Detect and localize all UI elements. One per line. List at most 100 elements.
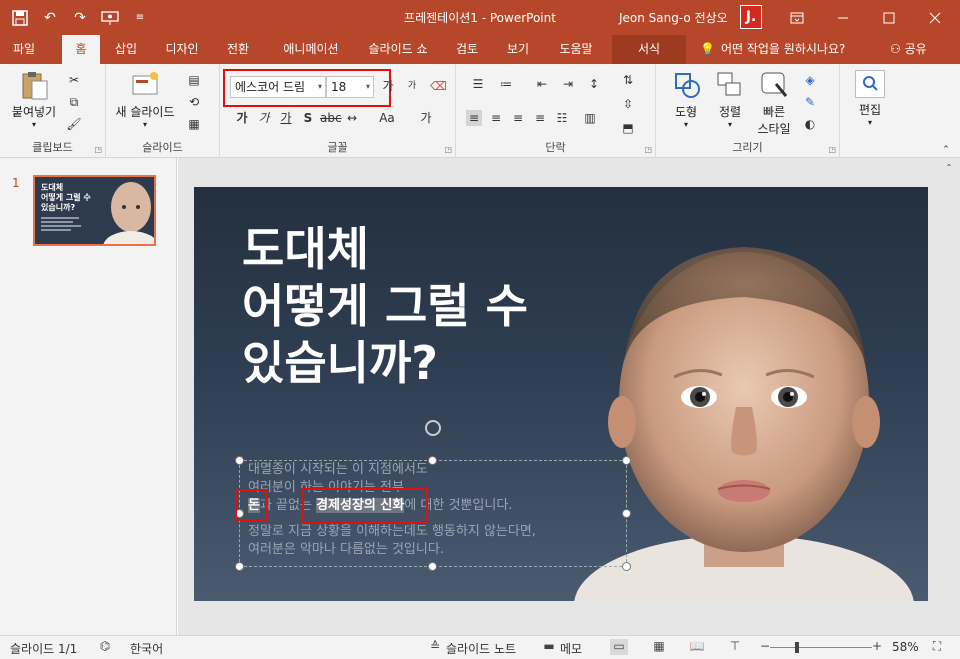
- resize-handle[interactable]: [428, 562, 437, 571]
- rotate-handle-icon[interactable]: [425, 420, 441, 436]
- tab-transitions[interactable]: 전환: [220, 35, 256, 64]
- tell-me-search[interactable]: 💡 어떤 작업을 원하시나요?: [700, 35, 845, 64]
- resize-handle[interactable]: [622, 509, 631, 518]
- close-icon[interactable]: [912, 0, 958, 35]
- font-color-button[interactable]: 가: [418, 110, 434, 126]
- shadow-icon[interactable]: S: [300, 110, 316, 126]
- decrease-font-icon[interactable]: 가: [404, 78, 420, 94]
- increase-font-icon[interactable]: 가: [380, 78, 396, 94]
- slide-sorter-icon[interactable]: ▦: [650, 639, 668, 655]
- tab-review[interactable]: 검토: [450, 35, 484, 64]
- slideshow-icon[interactable]: ⊤: [726, 639, 744, 655]
- language-status[interactable]: 한국어: [130, 640, 163, 657]
- slide-count: 슬라이드 1/1: [10, 642, 78, 656]
- spacing-icon[interactable]: ↔: [344, 110, 360, 126]
- quick-styles-button[interactable]: 빠른 스타일: [752, 70, 796, 137]
- comments-button[interactable]: 메모: [560, 640, 582, 657]
- zoom-level[interactable]: 58%: [892, 640, 919, 654]
- format-painter-icon[interactable]: 🖌: [66, 116, 82, 132]
- shape-fill-icon[interactable]: ◈: [802, 72, 818, 88]
- font-group: 에스코어 드림 ▾ 18 ▾ 가 가 ⌫ 가 가 가 S abc ↔ Aa 가 …: [220, 64, 456, 158]
- layout-icon[interactable]: ▤: [186, 72, 202, 88]
- cut-icon[interactable]: ✂: [66, 72, 82, 88]
- ribbon-tabs: 파일 홈 삽입 디자인 전환 애니메이션 슬라이드 쇼 검토 보기 도움말 서식…: [0, 35, 960, 64]
- align-text-icon[interactable]: ⇳: [620, 96, 636, 112]
- tab-design[interactable]: 디자인: [158, 35, 206, 64]
- highlight-box: [302, 488, 428, 523]
- increase-indent-icon[interactable]: ⇥: [560, 76, 576, 92]
- collapse-icon[interactable]: ⌃: [941, 160, 957, 176]
- zoom-slider[interactable]: [770, 647, 872, 648]
- shapes-button[interactable]: 도형 ▾: [664, 70, 708, 129]
- save-icon[interactable]: [10, 8, 30, 28]
- paragraph-group-label: 단락: [545, 141, 566, 154]
- slide-thumbnail[interactable]: 도대체 어떻게 그럴 수 있습니까?: [33, 175, 156, 246]
- present-icon[interactable]: [100, 8, 120, 28]
- resize-handle[interactable]: [622, 562, 631, 571]
- undo-icon[interactable]: ↶: [40, 8, 60, 28]
- text-direction-icon[interactable]: ⇅: [620, 72, 636, 88]
- tab-home[interactable]: 홈: [62, 35, 100, 64]
- dialog-launcher-icon[interactable]: ◳: [94, 145, 102, 154]
- tab-animations[interactable]: 애니메이션: [274, 35, 348, 64]
- fit-to-window-icon[interactable]: ⛶: [928, 639, 946, 655]
- customize-qat-icon[interactable]: ≡: [130, 8, 150, 28]
- shape-effects-icon[interactable]: ◐: [802, 116, 818, 132]
- section-icon[interactable]: ▦: [186, 116, 202, 132]
- columns-icon[interactable]: ▥: [582, 110, 598, 126]
- editing-button[interactable]: 편집 ▾: [850, 70, 890, 127]
- user-name[interactable]: Jeon Sang-o 전상오: [619, 9, 728, 26]
- zoom-in-icon[interactable]: +: [868, 639, 886, 655]
- arrange-button[interactable]: 정렬 ▾: [710, 70, 750, 129]
- slide-headline[interactable]: 도대체 어떻게 그럴 수 있습니까?: [242, 221, 528, 392]
- new-slide-button[interactable]: 새 슬라이드 ▾: [110, 70, 180, 129]
- shape-outline-icon[interactable]: ✎: [802, 94, 818, 110]
- line-spacing-icon[interactable]: ↕: [586, 76, 602, 92]
- smartart-icon[interactable]: ⬒: [620, 120, 636, 136]
- share-button[interactable]: ⚇ 공유: [890, 35, 927, 64]
- justify-icon[interactable]: ≡: [532, 110, 548, 126]
- collapse-ribbon-icon[interactable]: ⌃: [938, 142, 954, 158]
- ribbon-display-options-icon[interactable]: [774, 0, 820, 35]
- distribute-icon[interactable]: ☷: [554, 110, 570, 126]
- font-group-label: 글꼴: [327, 141, 348, 154]
- redo-icon[interactable]: ↷: [70, 8, 90, 28]
- dialog-launcher-icon[interactable]: ◳: [444, 145, 452, 154]
- tab-slideshow[interactable]: 슬라이드 쇼: [360, 35, 436, 64]
- bold-icon[interactable]: 가: [234, 110, 250, 126]
- accessibility-icon[interactable]: ⌬: [96, 639, 114, 655]
- reading-view-icon[interactable]: 📖: [688, 639, 706, 655]
- maximize-icon[interactable]: [866, 0, 912, 35]
- normal-view-icon[interactable]: ▭: [610, 639, 628, 655]
- slide-canvas[interactable]: 도대체 어떻게 그럴 수 있습니까? 대멸종이 시작되는 이 지점에서도 여러분…: [194, 187, 928, 601]
- italic-icon[interactable]: 가: [256, 110, 272, 126]
- copy-icon[interactable]: ⧉: [66, 94, 82, 110]
- clear-formatting-icon[interactable]: ⌫: [430, 78, 447, 94]
- user-avatar[interactable]: J.: [740, 5, 762, 29]
- resize-handle[interactable]: [622, 456, 631, 465]
- align-right-icon[interactable]: ≡: [510, 110, 526, 126]
- resize-handle[interactable]: [235, 562, 244, 571]
- tab-view[interactable]: 보기: [500, 35, 536, 64]
- align-center-icon[interactable]: ≡: [488, 110, 504, 126]
- dialog-launcher-icon[interactable]: ◳: [644, 145, 652, 154]
- change-case-button[interactable]: Aa: [374, 110, 400, 126]
- resize-handle[interactable]: [235, 456, 244, 465]
- zoom-slider-thumb[interactable]: [795, 642, 799, 653]
- minimize-icon[interactable]: [820, 0, 866, 35]
- notes-button[interactable]: 슬라이드 노트: [446, 640, 516, 657]
- numbering-icon[interactable]: ≔: [498, 76, 514, 92]
- vertical-scrollbar[interactable]: ⌃: [938, 158, 960, 635]
- tab-file[interactable]: 파일: [6, 35, 42, 64]
- reset-icon[interactable]: ⟲: [186, 94, 202, 110]
- dialog-launcher-icon[interactable]: ◳: [828, 145, 836, 154]
- bullets-icon[interactable]: ☰: [470, 76, 486, 92]
- underline-icon[interactable]: 가: [278, 110, 294, 126]
- tab-help[interactable]: 도움말: [552, 35, 600, 64]
- align-left-icon[interactable]: ≡: [466, 110, 482, 126]
- strikethrough-icon[interactable]: abc: [320, 110, 342, 126]
- tab-insert[interactable]: 삽입: [108, 35, 144, 64]
- tab-format[interactable]: 서식: [612, 35, 686, 64]
- paste-button[interactable]: 붙여넣기 ▾: [6, 70, 62, 129]
- decrease-indent-icon[interactable]: ⇤: [534, 76, 550, 92]
